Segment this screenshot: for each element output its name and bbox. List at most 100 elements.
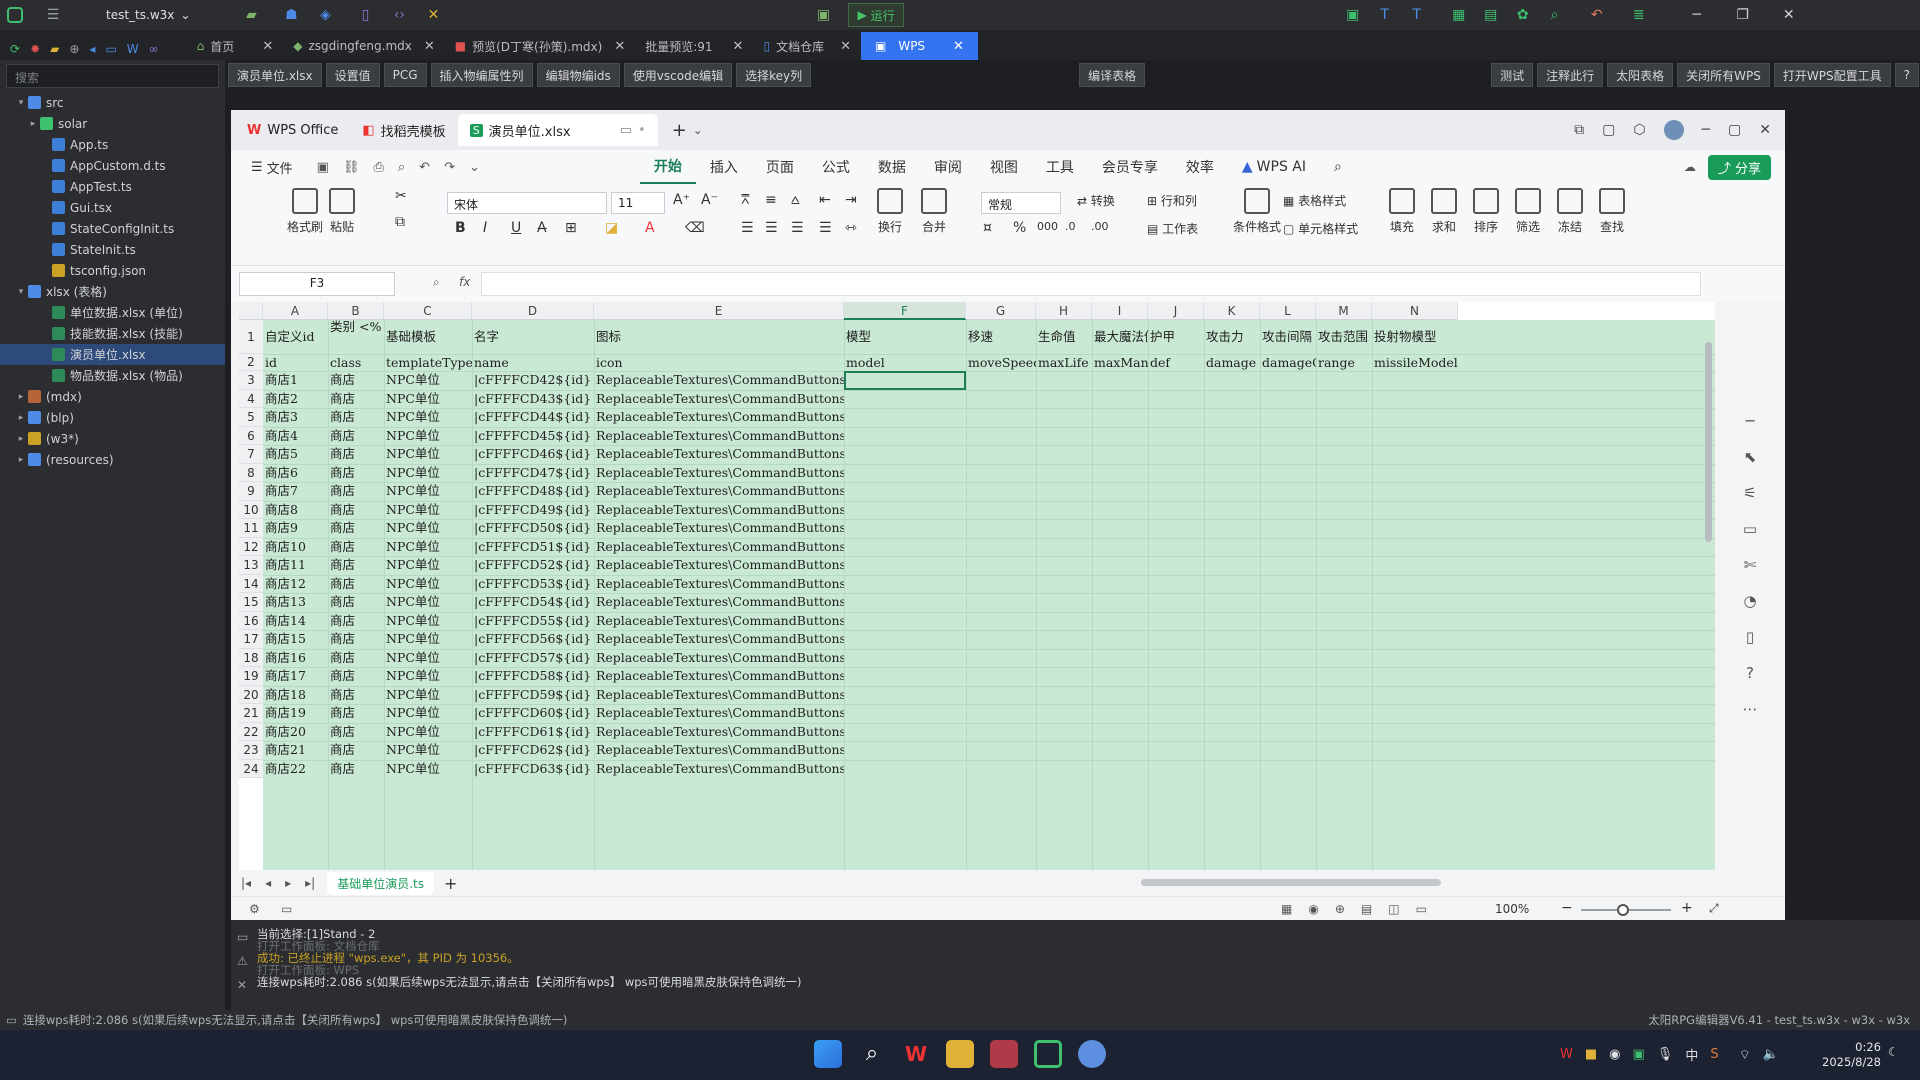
project-selector[interactable]: test_ts.w3x ⌄	[106, 8, 190, 22]
field-key-cell[interactable]: name	[472, 354, 594, 371]
table-cell[interactable]: 商店9	[263, 519, 328, 537]
start-icon[interactable]	[814, 1040, 842, 1068]
number-format-select[interactable]: 常规	[981, 192, 1061, 214]
search-icon[interactable]: ⌕	[1320, 150, 1356, 184]
user-icon[interactable]: ☗	[280, 4, 302, 26]
tab-home[interactable]: ⌂ 首页 ✕	[187, 32, 284, 60]
tab-wps[interactable]: ▣ WPS ✕	[860, 32, 978, 60]
row-header[interactable]: 7	[239, 445, 263, 464]
table-cell[interactable]: |cFFFFCD54${id}	[472, 593, 594, 611]
column-header[interactable]: F	[844, 302, 966, 320]
wps-toggle-icon[interactable]: ▣	[1342, 4, 1364, 26]
column-header[interactable]: A	[263, 302, 328, 320]
row-header[interactable]: 2	[239, 354, 263, 371]
table-cell[interactable]: NPC单位	[384, 519, 472, 537]
header-cell[interactable]: 移速	[966, 328, 1036, 346]
collapse-icon[interactable]: ─	[1745, 412, 1754, 430]
rows-columns-button[interactable]: ⊞ 行和列	[1147, 192, 1197, 209]
screenshot-icon[interactable]: ⧉	[1574, 122, 1584, 138]
row-header[interactable]: 1	[239, 320, 263, 354]
tray-network-icon[interactable]: ◉	[1609, 1047, 1620, 1062]
font-color-icon[interactable]: A	[645, 220, 655, 236]
table-cell[interactable]: 商店16	[263, 649, 328, 667]
filter-button[interactable]: 筛选	[1515, 188, 1541, 235]
redo-icon[interactable]: ↷	[444, 160, 455, 175]
table-cell[interactable]: NPC单位	[384, 371, 472, 389]
table-cell[interactable]: 商店15	[263, 630, 328, 648]
chevron-icon[interactable]: ▾	[14, 98, 28, 108]
tray-orange-icon[interactable]: S	[1710, 1047, 1718, 1062]
table-cell[interactable]: 商店22	[263, 760, 328, 778]
page-icon[interactable]: ▭	[281, 902, 292, 916]
folder-open-icon[interactable]: ▰	[50, 42, 59, 56]
field-key-cell[interactable]: templateType	[384, 354, 472, 371]
table-cell[interactable]: |cFFFFCD61${id}	[472, 723, 594, 741]
table-cell[interactable]: NPC单位	[384, 556, 472, 574]
icon-path-cell[interactable]: ReplaceableTextures\CommandButtons\BTNFr	[594, 575, 844, 593]
table-cell[interactable]: 商店	[328, 371, 384, 389]
indent-icon[interactable]: ⇤	[819, 192, 831, 208]
row-header[interactable]: 16	[239, 611, 263, 630]
tab-mdx[interactable]: ◆ zsgdingfeng.mdx ✕	[283, 32, 445, 60]
icon-path-cell[interactable]: ReplaceableTextures\CommandButtons\BTNFr	[594, 630, 844, 648]
table-cell[interactable]: NPC单位	[384, 667, 472, 685]
row-header[interactable]: 3	[239, 371, 263, 390]
row-header[interactable]: 13	[239, 556, 263, 575]
field-key-cell[interactable]: def	[1148, 354, 1204, 371]
browser-icon[interactable]	[1078, 1040, 1106, 1068]
remove-decimal-icon[interactable]: .00	[1091, 220, 1109, 233]
copy-icon[interactable]: ⧉	[395, 214, 405, 230]
table-cell[interactable]: |cFFFFCD53${id}	[472, 575, 594, 593]
table-cell[interactable]: 商店	[328, 686, 384, 704]
merge-button[interactable]: 合并	[921, 188, 947, 235]
chevron-icon[interactable]: ▸	[14, 434, 28, 444]
help-icon[interactable]: ?	[1894, 63, 1919, 87]
text-icon[interactable]: T	[1374, 4, 1396, 26]
field-key-cell[interactable]: model	[844, 354, 966, 371]
table-cell[interactable]: 商店21	[263, 741, 328, 759]
table-cell[interactable]: |cFFFFCD44${id}	[472, 408, 594, 426]
select-icon[interactable]: ⬉	[1744, 448, 1757, 466]
icon-path-cell[interactable]: ReplaceableTextures\CommandButtons\BTNFr	[594, 704, 844, 722]
file-menu[interactable]: ☰ 文件	[237, 150, 307, 184]
comment-row-button[interactable]: 注释此行	[1537, 63, 1604, 87]
header-cell[interactable]: 模型	[844, 328, 966, 346]
increase-font-icon[interactable]: A⁺	[673, 192, 690, 208]
table-cell[interactable]: NPC单位	[384, 427, 472, 445]
icon-path-cell[interactable]: ReplaceableTextures\CommandButtons\BTNFr	[594, 519, 844, 537]
table-cell[interactable]: |cFFFFCD48${id}	[472, 482, 594, 500]
row-header[interactable]: 23	[239, 741, 263, 760]
table-cell[interactable]: 商店	[328, 556, 384, 574]
table-cell[interactable]: NPC单位	[384, 630, 472, 648]
icon-path-cell[interactable]: ReplaceableTextures\CommandButtons\BTNFr	[594, 649, 844, 667]
table-cell[interactable]: 商店	[328, 427, 384, 445]
align-bottom-icon[interactable]: ⩟	[791, 192, 800, 208]
ide-icon[interactable]	[990, 1040, 1018, 1068]
table-cell[interactable]: NPC单位	[384, 575, 472, 593]
thousands-icon[interactable]: 000	[1037, 220, 1058, 233]
row-header[interactable]: 9	[239, 482, 263, 501]
table-cell[interactable]: 商店	[328, 667, 384, 685]
palette-icon[interactable]: ✿	[1512, 4, 1534, 26]
wifi-icon[interactable]: ⌔	[1739, 1047, 1751, 1063]
sort-button[interactable]: 排序	[1473, 188, 1499, 235]
more-icon[interactable]: ⋯	[1743, 700, 1758, 718]
column-header[interactable]: N	[1372, 302, 1458, 320]
layout-icon[interactable]: ▢	[1602, 122, 1615, 138]
italic-icon[interactable]: I	[483, 220, 487, 236]
maximize-button[interactable]: ▢	[1728, 122, 1741, 138]
bug-icon[interactable]: ✹	[30, 42, 40, 56]
print-icon[interactable]: ⎙	[373, 160, 383, 175]
row-header[interactable]: 12	[239, 537, 263, 556]
close-icon[interactable]: ✕	[840, 39, 851, 54]
table-cell[interactable]: 商店11	[263, 556, 328, 574]
header-cell[interactable]: 基础模板	[384, 328, 472, 346]
table-cell[interactable]: 商店	[328, 760, 384, 778]
plugin-button-4[interactable]: 编辑物编ids	[536, 63, 620, 87]
close-icon[interactable]: ✕	[953, 39, 964, 54]
tab-batch-preview[interactable]: 批量预览:91 ✕	[635, 32, 753, 60]
workbook-tab[interactable]: S 演员单位.xlsx ▭ •	[457, 114, 658, 146]
database-icon[interactable]: ≣	[1628, 4, 1650, 26]
column-header[interactable]: M	[1316, 302, 1372, 320]
header-cell[interactable]: 生命值	[1036, 328, 1092, 346]
